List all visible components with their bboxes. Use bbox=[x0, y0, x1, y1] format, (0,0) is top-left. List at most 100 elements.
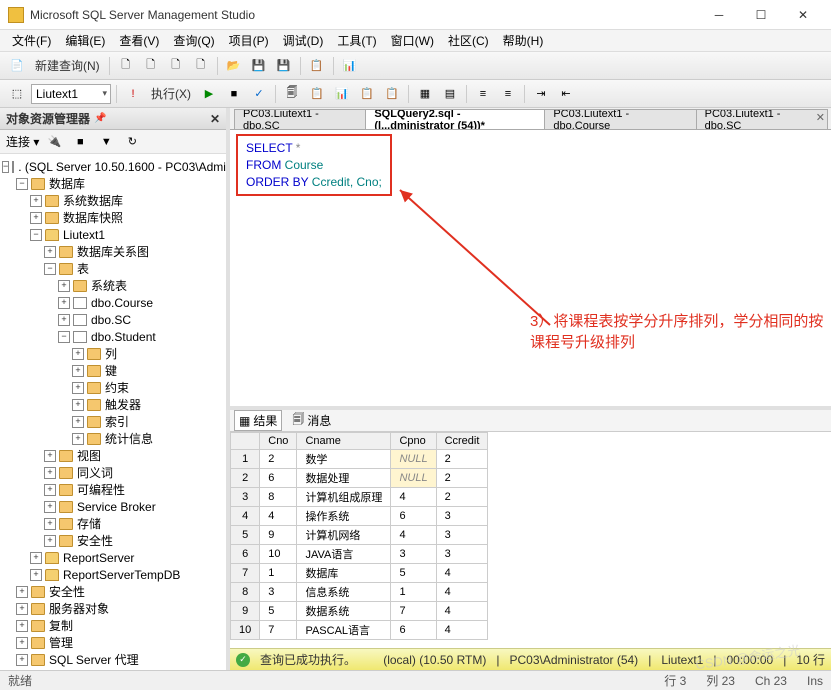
table-row[interactable]: 12数学NULL2 bbox=[231, 450, 488, 469]
new-query-icon[interactable]: 📄 bbox=[6, 55, 28, 77]
toolbar-icon[interactable]: ⬚ bbox=[6, 83, 28, 105]
filter-icon[interactable]: ▼ bbox=[95, 131, 117, 153]
table-row[interactable]: 83信息系统14 bbox=[231, 583, 488, 602]
refresh-icon[interactable]: ↻ bbox=[121, 131, 143, 153]
column-header[interactable]: Cpno bbox=[391, 433, 436, 450]
table-row[interactable]: 95数据系统74 bbox=[231, 602, 488, 621]
tree-views[interactable]: +视图 bbox=[2, 447, 224, 464]
table-row[interactable]: 44操作系统63 bbox=[231, 507, 488, 526]
table-row[interactable]: 71数据库54 bbox=[231, 564, 488, 583]
menu-project[interactable]: 项目(P) bbox=[223, 30, 275, 51]
column-header[interactable]: Cname bbox=[297, 433, 391, 450]
tree-reportserver-temp[interactable]: +ReportServerTempDB bbox=[2, 566, 224, 583]
toolbar-icon[interactable]: 🗐 bbox=[281, 83, 303, 105]
tab-course[interactable]: PC03.Liutext1 - dbo.Course bbox=[544, 109, 696, 129]
tree-columns[interactable]: +列 bbox=[2, 345, 224, 362]
tree-keys[interactable]: +键 bbox=[2, 362, 224, 379]
tree-db-liutext[interactable]: −Liutext1 bbox=[2, 226, 224, 243]
tree-db-diagram[interactable]: +数据库关系图 bbox=[2, 243, 224, 260]
menu-tools[interactable]: 工具(T) bbox=[331, 30, 382, 51]
results-grid-icon[interactable]: ▦ bbox=[414, 83, 436, 105]
table-row[interactable]: 610JAVA语言33 bbox=[231, 545, 488, 564]
toolbar-icon[interactable]: 🗋 bbox=[165, 55, 187, 77]
menu-view[interactable]: 查看(V) bbox=[113, 30, 165, 51]
connect-button[interactable]: 连接 ▾ bbox=[6, 133, 39, 150]
menu-debug[interactable]: 调试(D) bbox=[277, 30, 330, 51]
results-text-icon[interactable]: ▤ bbox=[439, 83, 461, 105]
toolbox-icon[interactable]: 📋 bbox=[306, 55, 328, 77]
uncomment-icon[interactable]: ≡ bbox=[497, 83, 519, 105]
pin-icon[interactable]: 📌 bbox=[94, 113, 106, 124]
messages-tab[interactable]: 🗐消息 bbox=[288, 410, 335, 432]
tree-synonyms[interactable]: +同义词 bbox=[2, 464, 224, 481]
toolbar-icon[interactable]: 🗋 bbox=[115, 55, 137, 77]
database-selector[interactable]: Liutext1 bbox=[31, 84, 111, 104]
execute-icon[interactable]: ! bbox=[122, 83, 144, 105]
tree-management[interactable]: +管理 bbox=[2, 634, 224, 651]
new-query-button[interactable]: 新建查询(N) bbox=[31, 57, 104, 74]
column-header[interactable] bbox=[231, 433, 260, 450]
execute-button[interactable]: 执行(X) bbox=[147, 85, 195, 102]
column-header[interactable]: Ccredit bbox=[436, 433, 488, 450]
tree-tables[interactable]: −表 bbox=[2, 260, 224, 277]
toolbar-icon[interactable]: 🗋 bbox=[140, 55, 162, 77]
activity-icon[interactable]: 📊 bbox=[339, 55, 361, 77]
tree-storage[interactable]: +存储 bbox=[2, 515, 224, 532]
tree-server-objects[interactable]: +服务器对象 bbox=[2, 600, 224, 617]
table-row[interactable]: 38计算机组成原理42 bbox=[231, 488, 488, 507]
minimize-button[interactable]: ─ bbox=[699, 2, 739, 28]
parse-icon[interactable]: ✓ bbox=[248, 83, 270, 105]
tree-indexes[interactable]: +索引 bbox=[2, 413, 224, 430]
table-row[interactable]: 59计算机网络43 bbox=[231, 526, 488, 545]
tree-security-server[interactable]: +安全性 bbox=[2, 583, 224, 600]
menu-query[interactable]: 查询(Q) bbox=[167, 30, 220, 51]
table-row[interactable]: 26数据处理NULL2 bbox=[231, 469, 488, 488]
tree-db-snapshot[interactable]: +数据库快照 bbox=[2, 209, 224, 226]
tree-table-course[interactable]: +dbo.Course bbox=[2, 294, 224, 311]
tree-service-broker[interactable]: +Service Broker bbox=[2, 498, 224, 515]
tab-sqlquery[interactable]: SQLQuery2.sql - (l...dministrator (54))* bbox=[365, 109, 545, 129]
sql-editor[interactable]: SELECT * FROM Course ORDER BY Ccredit, C… bbox=[230, 130, 831, 410]
results-tab[interactable]: ▦结果 bbox=[234, 410, 282, 431]
tree-table-student[interactable]: −dbo.Student bbox=[2, 328, 224, 345]
column-header[interactable]: Cno bbox=[260, 433, 297, 450]
maximize-button[interactable]: ☐ bbox=[741, 2, 781, 28]
menu-window[interactable]: 窗口(W) bbox=[385, 30, 440, 51]
tab-sc[interactable]: PC03.Liutext1 - dbo.SC bbox=[234, 109, 366, 129]
open-icon[interactable]: 📂 bbox=[223, 55, 245, 77]
tree-constraints[interactable]: +约束 bbox=[2, 379, 224, 396]
disconnect-icon[interactable]: ■ bbox=[69, 131, 91, 153]
toolbar-icon[interactable]: 📋 bbox=[381, 83, 403, 105]
tree-stats[interactable]: +统计信息 bbox=[2, 430, 224, 447]
panel-close-icon[interactable]: ✕ bbox=[210, 112, 220, 126]
tab-close-icon[interactable]: ✕ bbox=[816, 111, 825, 124]
close-button[interactable]: ✕ bbox=[783, 2, 823, 28]
tree-sys-tables[interactable]: +系统表 bbox=[2, 277, 224, 294]
save-icon[interactable]: 💾 bbox=[248, 55, 270, 77]
tree-security[interactable]: +安全性 bbox=[2, 532, 224, 549]
tree-sys-db[interactable]: +系统数据库 bbox=[2, 192, 224, 209]
menu-file[interactable]: 文件(F) bbox=[6, 30, 57, 51]
tree-databases[interactable]: −数据库 bbox=[2, 175, 224, 192]
tree-table-sc[interactable]: +dbo.SC bbox=[2, 311, 224, 328]
tab-sc2[interactable]: PC03.Liutext1 - dbo.SC bbox=[696, 109, 828, 129]
toolbar-icon[interactable]: 📋 bbox=[356, 83, 378, 105]
toolbar-icon[interactable]: 🗋 bbox=[190, 55, 212, 77]
stop-icon[interactable]: ■ bbox=[223, 83, 245, 105]
toolbar-icon[interactable]: 📋 bbox=[306, 83, 328, 105]
menu-edit[interactable]: 编辑(E) bbox=[59, 30, 111, 51]
results-grid[interactable]: CnoCnameCpnoCcredit12数学NULL226数据处理NULL23… bbox=[230, 432, 831, 648]
object-tree[interactable]: −. (SQL Server 10.50.1600 - PC03\Adminis… bbox=[0, 154, 226, 670]
save-all-icon[interactable]: 💾 bbox=[273, 55, 295, 77]
comment-icon[interactable]: ≡ bbox=[472, 83, 494, 105]
menu-help[interactable]: 帮助(H) bbox=[497, 30, 550, 51]
toolbar-icon[interactable]: 📊 bbox=[331, 83, 353, 105]
tree-sql-agent[interactable]: +SQL Server 代理 bbox=[2, 651, 224, 668]
tree-programmability[interactable]: +可编程性 bbox=[2, 481, 224, 498]
tree-server-root[interactable]: −. (SQL Server 10.50.1600 - PC03\Adminis… bbox=[2, 158, 224, 175]
tree-reportserver[interactable]: +ReportServer bbox=[2, 549, 224, 566]
debug-icon[interactable]: ▶ bbox=[198, 83, 220, 105]
tree-triggers[interactable]: +触发器 bbox=[2, 396, 224, 413]
table-row[interactable]: 107PASCAL语言64 bbox=[231, 621, 488, 640]
outdent-icon[interactable]: ⇤ bbox=[555, 83, 577, 105]
